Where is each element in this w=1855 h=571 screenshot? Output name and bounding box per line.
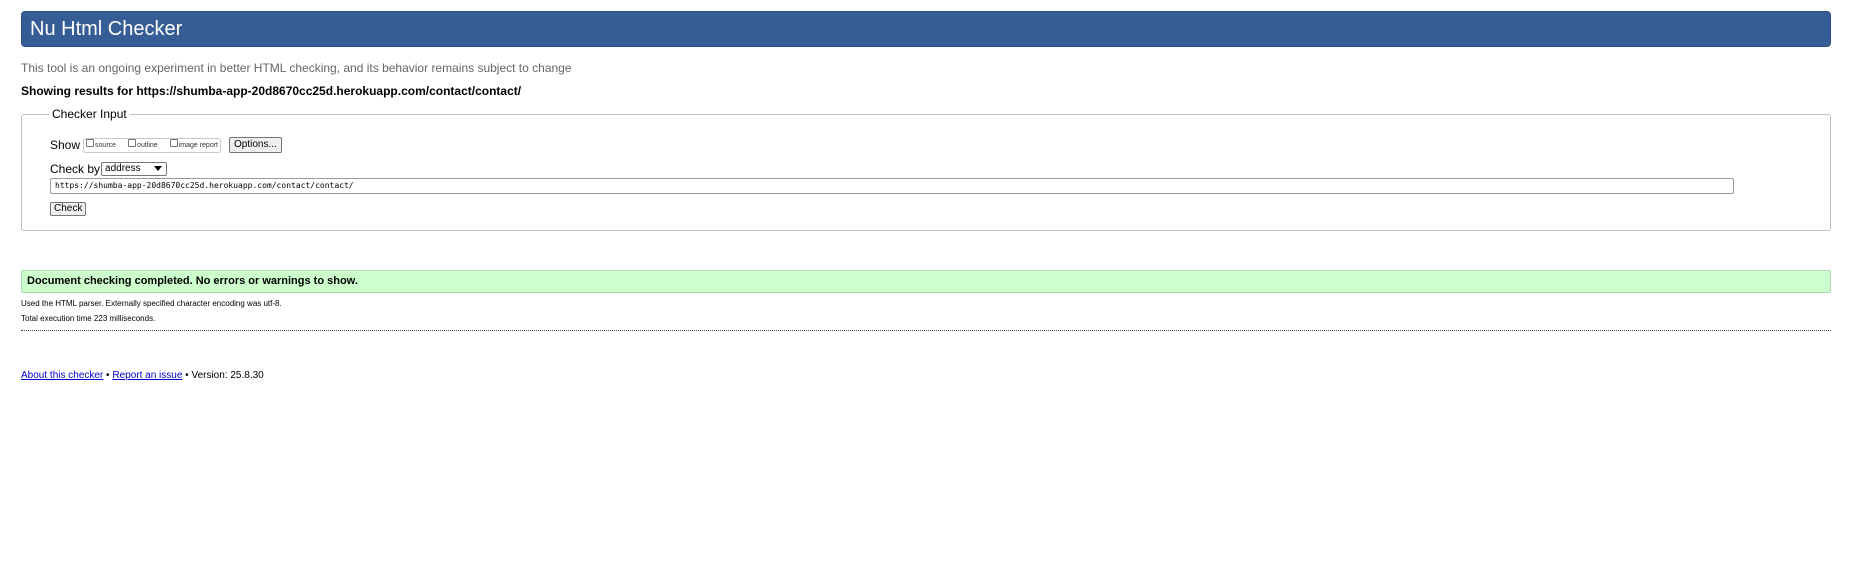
show-image-report-option[interactable]: image report [169, 139, 218, 149]
image-report-checkbox-label: image report [178, 142, 218, 149]
source-checkbox[interactable] [86, 139, 95, 147]
url-input[interactable]: https://shumba-app-20d8670cc25d.herokuap… [50, 178, 1734, 194]
execution-time: Total execution time 223 milliseconds. [21, 314, 156, 323]
version-text: • Version: 25.8.30 [185, 370, 264, 381]
success-message: Document checking completed. No errors o… [27, 275, 358, 287]
footer-bullet: • [106, 370, 110, 381]
check-button[interactable]: Check [50, 202, 87, 216]
check-by-selected-value: address [105, 163, 141, 174]
footer: About this checker • Report an issue • V… [21, 370, 264, 381]
outline-checkbox[interactable] [128, 139, 137, 147]
show-label: Show [50, 138, 81, 152]
title-bar: Nu Html Checker [21, 11, 1831, 47]
check-by-row: Check by address [50, 162, 168, 176]
show-options-group: source outline image report [83, 137, 221, 153]
report-issue-link[interactable]: Report an issue [112, 370, 182, 381]
parser-info: Used the HTML parser. Externally specifi… [21, 299, 282, 308]
checker-input-fieldset: Checker Input Show source outline image … [21, 107, 1831, 231]
show-options-row: Show source outline image report Options… [50, 136, 282, 154]
intro-text: This tool is an ongoing experiment in be… [21, 61, 572, 75]
show-outline-option[interactable]: outline [128, 139, 158, 149]
outline-checkbox-label: outline [137, 142, 158, 149]
page: Nu Html Checker This tool is an ongoing … [0, 0, 1855, 571]
options-button[interactable]: Options... [228, 137, 282, 153]
check-by-select[interactable]: address [101, 162, 168, 176]
dotted-separator [21, 330, 1831, 331]
chevron-down-icon [154, 166, 163, 171]
source-checkbox-label: source [95, 142, 117, 149]
page-title: Nu Html Checker [30, 18, 183, 40]
success-message-box: Document checking completed. No errors o… [21, 270, 1831, 293]
image-report-checkbox[interactable] [169, 139, 178, 147]
showing-results-heading: Showing results for https://shumba-app-2… [21, 84, 522, 98]
checker-input-legend: Checker Input [49, 107, 130, 121]
show-source-option[interactable]: source [86, 139, 117, 149]
check-by-label: Check by [50, 162, 101, 176]
about-link[interactable]: About this checker [21, 370, 103, 381]
